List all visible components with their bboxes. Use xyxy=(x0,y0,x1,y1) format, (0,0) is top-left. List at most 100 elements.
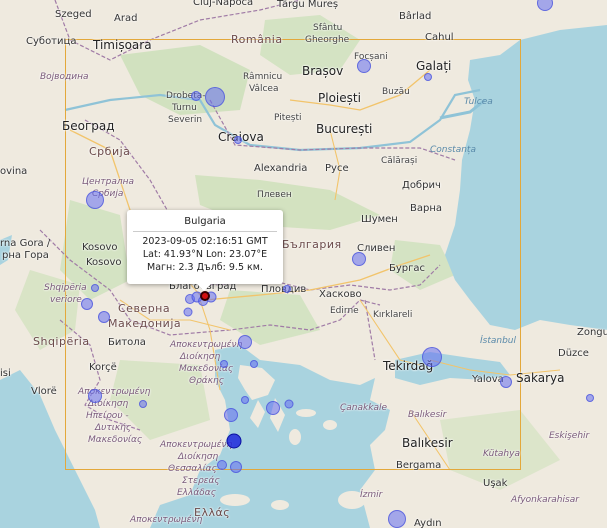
label-shqiperia-region: Shqipëria xyxy=(44,283,87,293)
quake-marker[interactable] xyxy=(284,399,294,409)
label-sakarya: Sakarya xyxy=(516,371,565,385)
quake-marker[interactable] xyxy=(91,284,99,292)
label-sfantu: Sfântu xyxy=(313,23,343,33)
label-timisoara: Timișoara xyxy=(93,38,152,52)
label-izmir: İzmir xyxy=(360,490,383,500)
label-cluj: Cluj-Napoca xyxy=(193,0,254,8)
quake-marker[interactable] xyxy=(357,59,371,73)
label-thrakis: Θράκης xyxy=(189,376,225,386)
quake-marker[interactable] xyxy=(86,191,104,209)
map-view[interactable]: Szeged Arad Cluj-Napoca Târgu Mureș Bârl… xyxy=(0,0,607,528)
label-ramnicu: Râmnicu xyxy=(243,72,283,82)
label-dioikisi: Διοίκηση xyxy=(180,352,221,362)
popup-coordinates: Lat: 41.93°N Lon: 23.07°E xyxy=(142,249,268,260)
label-subotica: Суботица xyxy=(26,36,77,47)
label-severna: Северна xyxy=(118,302,171,315)
quake-marker[interactable] xyxy=(250,360,258,368)
label-eskisehir: Eskişehir xyxy=(549,431,590,441)
label-kosovo: Kosovo xyxy=(82,242,118,253)
label-bulgaria: България xyxy=(282,238,342,251)
quake-marker[interactable] xyxy=(88,389,102,403)
label-balikesir: Balıkesir xyxy=(402,436,453,450)
label-burgas: Бургас xyxy=(389,263,426,274)
quake-marker[interactable] xyxy=(224,408,238,422)
quake-info-popup: Bulgaria 2023-09-05 02:16:51 GMT Lat: 41… xyxy=(127,210,283,291)
label-isi: isi xyxy=(0,368,11,379)
label-afyon: Afyonkarahisar xyxy=(511,495,579,505)
label-arad: Arad xyxy=(114,13,138,24)
label-bucuresti: București xyxy=(316,122,373,136)
label-dytikis: Δυτικής xyxy=(95,423,132,433)
quake-marker[interactable] xyxy=(586,394,594,402)
label-balikesir-region: Balıkesir xyxy=(408,410,447,420)
label-edirne: Edirne xyxy=(330,306,359,316)
label-centralna: Централна xyxy=(82,177,135,187)
label-galati: Galați xyxy=(416,59,452,73)
label-dioikisi-3: Διοίκηση xyxy=(178,452,219,462)
quake-marker[interactable] xyxy=(238,335,252,349)
quake-marker[interactable] xyxy=(500,376,512,388)
label-ap-thessalias: Αποκεντρωμένη xyxy=(160,440,233,450)
label-canakkale: Çanakkale xyxy=(340,403,387,413)
label-szeged: Szeged xyxy=(55,9,92,20)
quake-marker[interactable] xyxy=(205,87,225,107)
quake-marker[interactable] xyxy=(388,510,406,528)
quake-marker[interactable] xyxy=(283,285,291,293)
label-srbija: Србија xyxy=(89,145,131,158)
label-bitola: Битола xyxy=(108,337,146,348)
label-ovina: ovina xyxy=(0,166,28,177)
label-crna-gora: rna Gora / xyxy=(0,238,51,249)
quake-marker[interactable] xyxy=(139,400,147,408)
label-beograd: Београд xyxy=(62,119,115,133)
label-kirklareli: Kırklareli xyxy=(373,310,413,320)
quake-marker[interactable] xyxy=(352,252,366,266)
quake-marker[interactable] xyxy=(424,73,432,81)
label-elladas: Ελλάδας xyxy=(177,488,216,498)
quake-marker[interactable] xyxy=(220,360,228,368)
label-calarasi: Călărași xyxy=(381,156,418,166)
label-gheorghe: Gheorghe xyxy=(305,35,350,45)
label-ruse: Русе xyxy=(325,163,349,174)
quake-marker-strong[interactable] xyxy=(226,433,242,449)
quake-marker-selected[interactable] xyxy=(200,291,210,301)
quake-marker[interactable] xyxy=(230,461,242,473)
label-kutahya: Kütahya xyxy=(483,449,520,459)
label-pitesti: Pitești xyxy=(274,113,302,123)
label-duzce: Düzce xyxy=(558,348,589,359)
popup-magnitude: Магн: 2.3 Дълб: 9.5 км. xyxy=(147,262,263,273)
label-ap-makedonia: Αποκεντρωμένη xyxy=(170,340,243,350)
label-aydin: Aydın xyxy=(414,518,442,528)
quake-marker[interactable] xyxy=(98,311,110,323)
quake-marker[interactable] xyxy=(241,396,249,404)
label-kosovo-2: Kosovo xyxy=(86,257,122,268)
popup-divider xyxy=(133,231,277,232)
label-usak: Uşak xyxy=(483,478,508,489)
quake-marker[interactable] xyxy=(217,460,227,470)
label-vojvodina: Војводина xyxy=(40,72,89,82)
label-veriore: veriore xyxy=(50,295,82,305)
label-bergama: Bergama xyxy=(396,460,442,471)
label-thessalias: Θεσσαλίας - xyxy=(168,464,223,474)
quake-marker[interactable] xyxy=(183,307,193,317)
quake-marker[interactable] xyxy=(81,298,93,310)
label-alexandria: Alexandria xyxy=(254,163,308,174)
label-romania: România xyxy=(231,33,283,46)
label-korce: Korçë xyxy=(89,362,117,373)
label-makedonija: Македонија xyxy=(108,317,182,330)
label-vlore: Vlorë xyxy=(31,386,57,397)
label-shumen: Шумен xyxy=(361,214,398,225)
label-yalova: Yalova xyxy=(472,374,504,385)
label-targu-mures: Târgu Mureș xyxy=(277,0,339,10)
quake-marker[interactable] xyxy=(234,136,242,144)
label-ipeirou: Ηπείρου - xyxy=(86,411,129,421)
quake-marker[interactable] xyxy=(191,91,201,101)
quake-marker[interactable] xyxy=(422,347,442,367)
label-brasov: Brașov xyxy=(302,64,344,78)
label-turnu: Turnu xyxy=(172,103,197,113)
quake-marker[interactable] xyxy=(266,401,280,415)
label-barlad: Bârlad xyxy=(399,11,432,22)
label-buzau: Buzău xyxy=(382,87,410,97)
popup-pointer xyxy=(197,284,211,291)
label-ploiesti: Ploiești xyxy=(318,91,361,105)
label-dobrich: Добрич xyxy=(402,180,441,191)
